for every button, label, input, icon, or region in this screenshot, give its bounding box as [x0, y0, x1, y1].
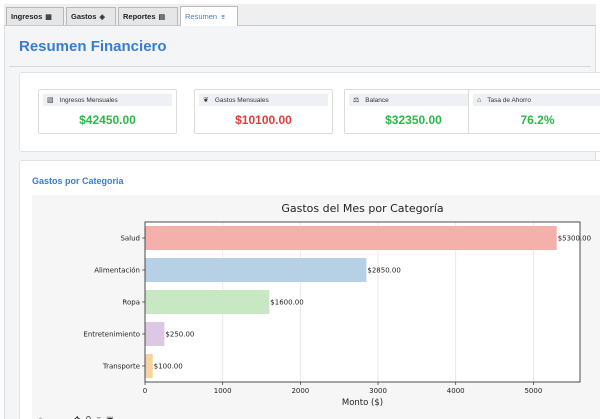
x-axis-label: Monto ($) — [342, 398, 383, 408]
plot-toolbar: ⌂ ← → ✥ ⚲ ≡ ▣ — [38, 413, 114, 419]
card-label: Balance — [365, 96, 389, 104]
card-header: ❦ Gastos Mensuales — [199, 94, 328, 106]
card-label: Ingresos Mensuales — [59, 96, 118, 104]
card-header: ▧ Ingresos Mensuales — [43, 94, 172, 106]
card-value: $32350.00 — [385, 113, 442, 127]
bar — [145, 226, 557, 250]
card-icon: ◈ — [99, 13, 105, 21]
card-header: ⚖ Balance — [349, 94, 478, 106]
y-tick-label: Transporte — [102, 363, 140, 371]
x-tick-label: 2000 — [291, 387, 309, 395]
y-tick-label: Alimentación — [94, 267, 140, 275]
data-label: $100.00 — [154, 363, 183, 371]
report-icon: ▤ — [158, 13, 166, 21]
bar — [145, 354, 153, 378]
scale-icon: ⚖ — [353, 97, 360, 104]
figure-canvas: 0 1000 2000 3000 4000 5000 Transporte $100.00 En… — [32, 195, 600, 419]
configure-icon[interactable]: ≡ — [96, 415, 101, 419]
chart-panel: Gastos por Categoria 0 1000 2000 3000 4000 50… — [19, 160, 600, 419]
card-header: ⌂ Tasa de Ahorro — [473, 94, 600, 106]
section-title: Gastos por Categoria — [32, 176, 124, 186]
tab-label: Resumen — [185, 12, 218, 21]
save-icon[interactable]: ▣ — [106, 415, 114, 419]
y-tick-label: Entretenimiento — [83, 331, 140, 339]
back-icon[interactable]: ← — [48, 415, 56, 419]
forward-icon[interactable]: → — [61, 415, 69, 419]
tab-bar: Ingresos ▦ Gastos ◈ Reportes ▤ Resumen ⌆ — [4, 4, 596, 26]
wallet-icon: ▦ — [45, 13, 52, 21]
summary-icon: ⌆ — [220, 13, 226, 21]
card-label: Gastos Mensuales — [214, 96, 269, 104]
pan-icon[interactable]: ✥ — [74, 415, 81, 419]
tab-reportes[interactable]: Reportes ▤ — [118, 7, 178, 25]
expense-bar-chart: 0 1000 2000 3000 4000 5000 Transporte $100.00 En… — [83, 202, 591, 408]
y-tick-label: Ropa — [122, 299, 140, 307]
data-label: $250.00 — [165, 331, 194, 339]
card-balance: ⚖ Balance $32350.00 — [344, 89, 483, 134]
zoom-icon[interactable]: ⚲ — [86, 415, 92, 419]
x-tick-label: 1000 — [214, 387, 232, 395]
home-icon[interactable]: ⌂ — [38, 415, 43, 419]
card-value: 76.2% — [520, 113, 555, 127]
tab-gastos[interactable]: Gastos ◈ — [66, 7, 116, 25]
x-tick-label: 3000 — [369, 387, 387, 395]
tab-resumen[interactable]: Resumen ⌆ — [180, 6, 238, 26]
divider — [9, 66, 591, 67]
card-gastos: ❦ Gastos Mensuales $10100.00 — [194, 89, 333, 134]
chart-title: Gastos del Mes por Categoría — [281, 202, 443, 215]
tab-label: Ingresos — [11, 12, 43, 21]
page-title: Resumen Financiero — [19, 38, 167, 55]
receipt-icon: ▧ — [47, 97, 54, 104]
bar — [145, 258, 367, 282]
money-bag-icon: ❦ — [203, 97, 209, 104]
card-value: $10100.00 — [235, 113, 292, 127]
card-value: $42450.00 — [79, 113, 136, 127]
x-tick-label: 0 — [143, 387, 147, 395]
data-label: $1600.00 — [270, 299, 303, 307]
x-tick-label: 5000 — [524, 387, 542, 395]
card-tasa-ahorro: ⌂ Tasa de Ahorro 76.2% — [468, 89, 600, 134]
card-ingresos: ▧ Ingresos Mensuales $42450.00 — [38, 89, 177, 134]
bar — [145, 290, 270, 314]
data-label: $5300.00 — [558, 235, 591, 243]
tab-label: Reportes — [123, 12, 156, 21]
x-tick-label: 4000 — [447, 387, 465, 395]
tab-label: Gastos — [71, 12, 97, 21]
metrics-panel: ▧ Ingresos Mensuales $42450.00 ❦ Gastos … — [19, 72, 600, 152]
y-tick-label: Salud — [120, 235, 140, 243]
tab-ingresos[interactable]: Ingresos ▦ — [6, 7, 64, 25]
card-label: Tasa de Ahorro — [487, 96, 531, 104]
bar — [145, 322, 165, 346]
bank-icon: ⌂ — [477, 96, 482, 104]
summary-page: Resumen Financiero ▧ Ingresos Mensuales … — [4, 26, 600, 419]
data-label: $2850.00 — [367, 267, 400, 275]
